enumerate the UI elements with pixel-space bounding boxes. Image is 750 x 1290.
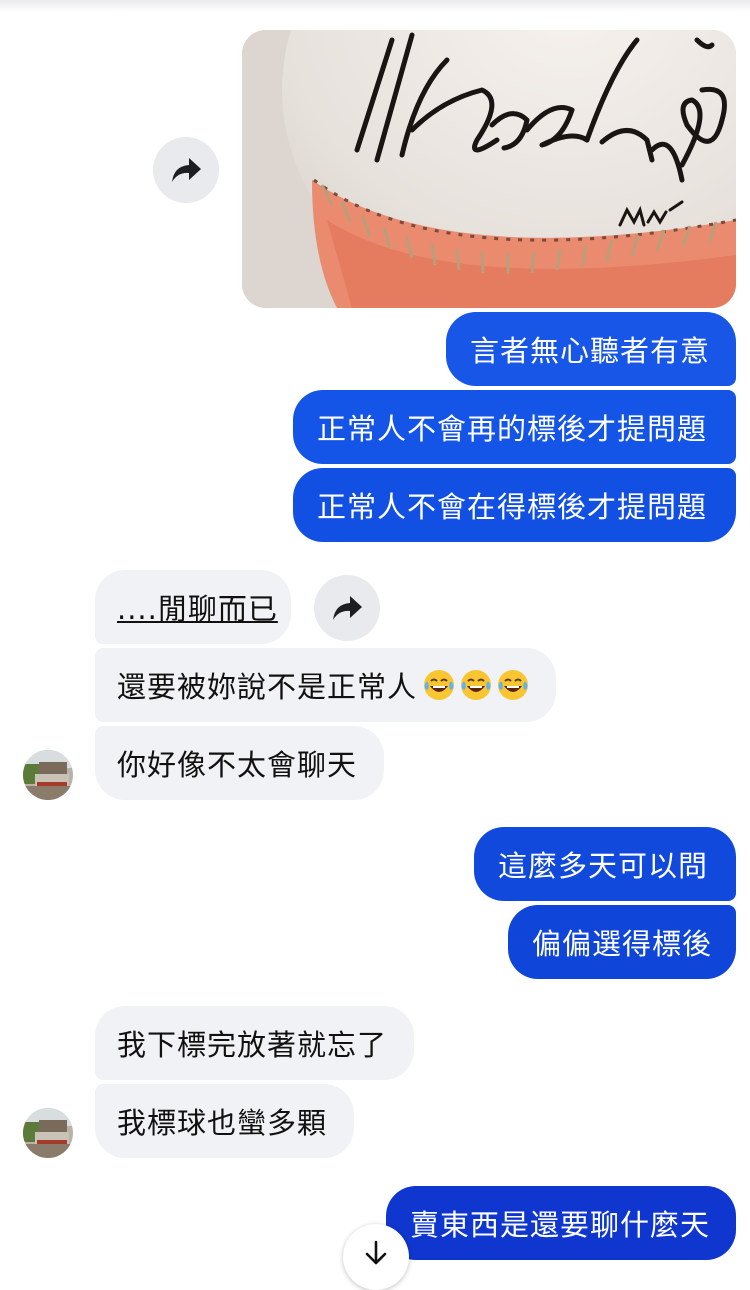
avatar-photo [23,1108,73,1158]
share-button-photo[interactable] [153,137,219,203]
outgoing-message-bubble[interactable]: 正常人不會再的標後才提問題 [293,390,736,464]
message-text: 正常人不會再的標後才提問題 [317,412,708,446]
incoming-message-bubble[interactable]: 你好像不太會聊天 [95,726,384,800]
share-arrow-icon [333,596,362,620]
face-with-tears-of-joy-icon [461,670,492,700]
outgoing-message-bubble[interactable]: 賣東西是還要聊什麼天 [386,1186,736,1260]
incoming-message-bubble[interactable]: 還要被妳說不是正常人 [95,648,556,722]
arrow-down-icon [365,1240,387,1265]
message-text: 我下標完放著就忘了 [117,1028,388,1062]
top-edge [0,0,750,12]
contact-avatar[interactable] [23,750,73,800]
message-text: 還要被妳說不是正常人 [117,670,418,704]
incoming-message-bubble[interactable]: ....閒聊而已 [95,570,291,644]
message-text: 言者無心聽者有意 [470,334,711,368]
incoming-message-bubble[interactable]: 我下標完放著就忘了 [95,1006,414,1080]
message-text: 偏偏選得標後 [532,927,713,961]
incoming-message-bubble[interactable]: 我標球也蠻多顆 [95,1084,354,1158]
message-text: 賣東西是還要聊什麼天 [410,1208,711,1242]
message-text: 我標球也蠻多顆 [117,1106,328,1140]
outgoing-message-bubble[interactable]: 正常人不會在得標後才提問題 [293,468,736,542]
face-with-tears-of-joy-icon [424,670,455,700]
message-text: 這麼多天可以問 [498,849,709,883]
share-arrow-icon [172,158,201,182]
message-text: ....閒聊而已 [117,592,278,626]
outgoing-message-bubble[interactable]: 偏偏選得標後 [508,905,736,979]
share-button-message[interactable] [314,575,380,641]
avatar-photo [23,750,73,800]
shared-photo-signed-baseball[interactable] [242,30,736,308]
face-with-tears-of-joy-icon [498,670,529,700]
outgoing-message-bubble[interactable]: 這麼多天可以問 [474,827,736,901]
scroll-to-bottom-button[interactable] [343,1224,409,1290]
baseball-image [242,30,736,308]
contact-avatar[interactable] [23,1108,73,1158]
outgoing-message-bubble[interactable]: 言者無心聽者有意 [446,312,736,386]
message-text: 你好像不太會聊天 [117,748,358,782]
message-text: 正常人不會在得標後才提問題 [317,490,708,524]
emoji-group [419,668,530,702]
